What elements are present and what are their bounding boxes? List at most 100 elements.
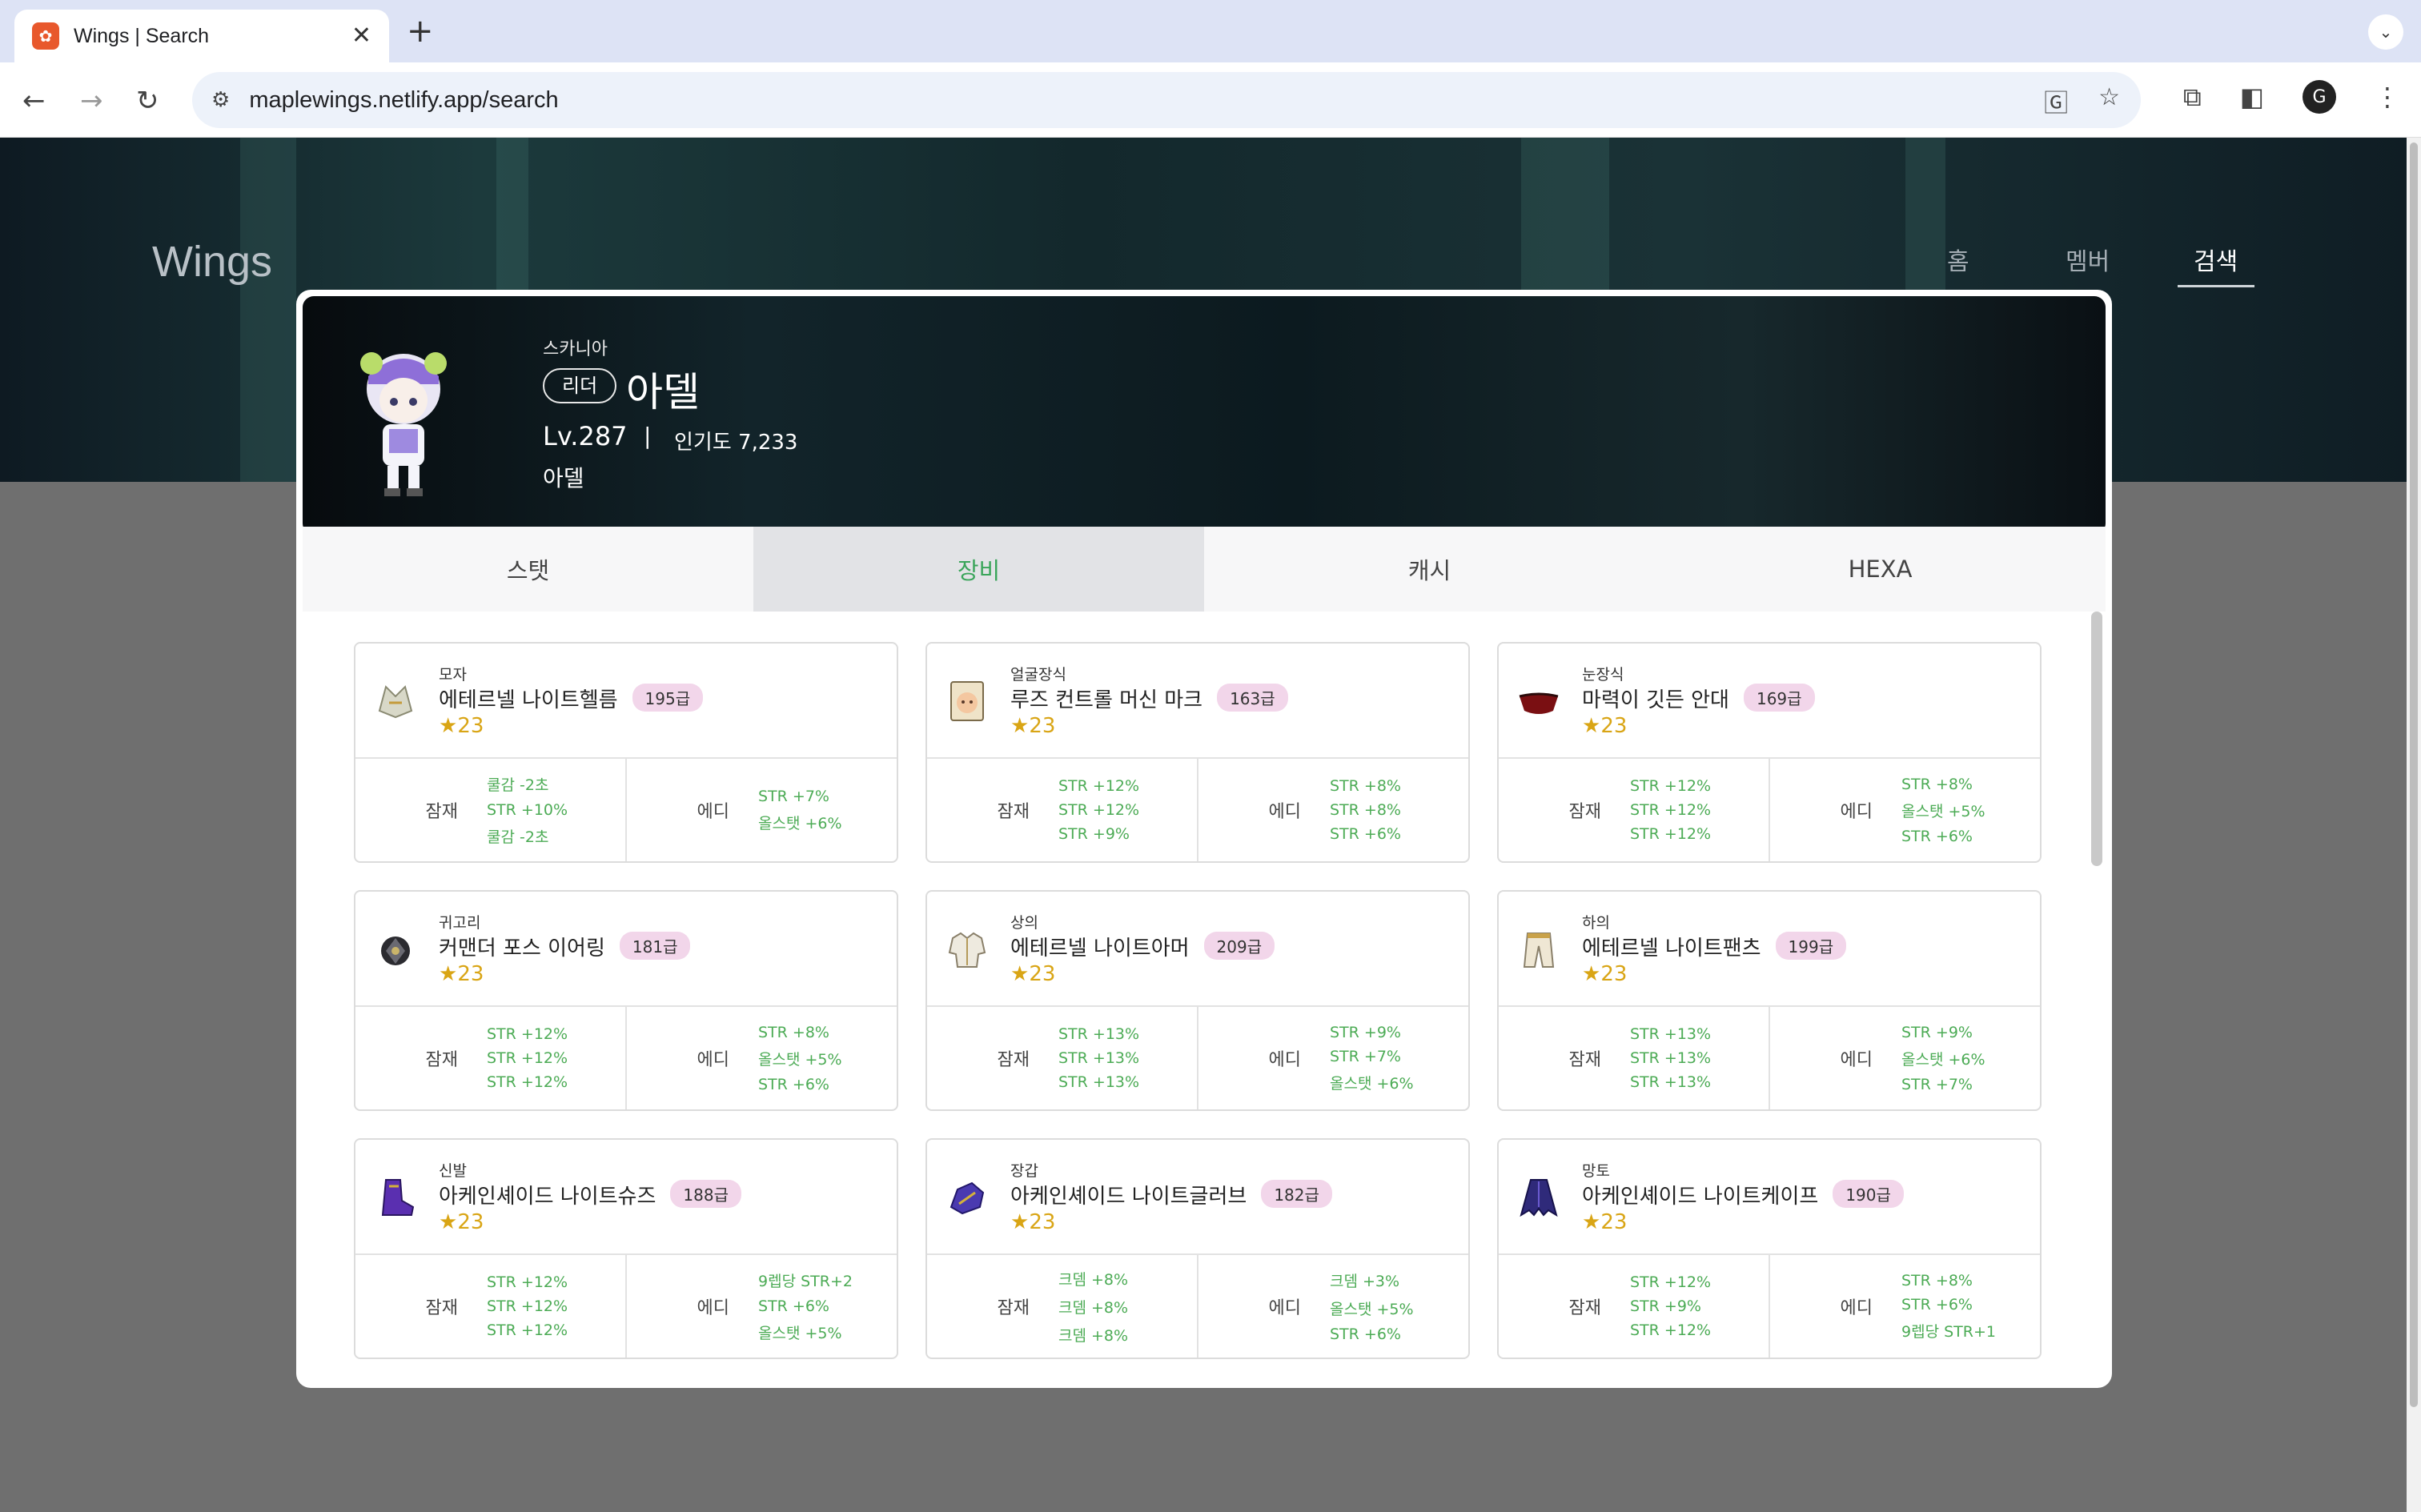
translate-icon[interactable]: 🄶	[2044, 83, 2068, 118]
equipment-options: 잠재 STR +12% STR +12% STR +9% 에디 STR +8% STR…	[927, 759, 1468, 861]
potential-line: STR +9%	[1630, 1297, 1701, 1315]
close-tab-icon[interactable]: ✕	[351, 21, 371, 51]
equipment-scrollbar-thumb[interactable]	[2091, 612, 2102, 866]
armor-icon	[945, 927, 990, 972]
equipment-card[interactable]: 상의 에테르넬 나이트아머 209급 ★23 잠재 STR +13% STR +13…	[925, 890, 1470, 1111]
tab-equipment[interactable]: 장비	[753, 527, 1204, 612]
equipment-card[interactable]: 눈장식 마력이 깃든 안대 169급 ★23 잠재 STR +12% STR +12…	[1497, 642, 2042, 863]
potential-line: STR +13%	[1058, 1025, 1140, 1043]
equipment-options: 잠재 STR +13% STR +13% STR +13% 에디 STR +9% 올스…	[1499, 1007, 2040, 1109]
reload-icon[interactable]: ↻	[136, 83, 159, 118]
equipment-slot: 신발	[439, 1162, 467, 1180]
equipment-card[interactable]: 망토 아케인셰이드 나이트케이프 190급 ★23 잠재 STR +12% STR …	[1497, 1138, 2042, 1359]
equipment-level-badge: 199급	[1775, 932, 1847, 960]
face-accessory-icon	[945, 679, 990, 724]
nav-search[interactable]: 검색	[2194, 242, 2238, 277]
additional-options: 에디 STR +8% STR +8% STR +6%	[1197, 759, 1468, 861]
tab-search-icon[interactable]: ⌄	[2368, 14, 2403, 50]
tab-hexa[interactable]: HEXA	[1655, 527, 2106, 612]
page-scrollbar-thumb[interactable]	[2410, 142, 2418, 1407]
profile-avatar-icon[interactable]: G	[2303, 80, 2336, 114]
equipment-slot: 장갑	[1010, 1162, 1038, 1180]
equipment-grid: 모자 에테르넬 나이트헬름 195급 ★23 잠재 쿨감 -2초 STR +10% 쿨…	[354, 642, 2051, 1359]
site-info-icon[interactable]: ⚙	[211, 88, 230, 112]
equipment-level-badge: 163급	[1217, 684, 1288, 712]
additional-line: 올스탯 +5%	[758, 1325, 842, 1342]
potential-line: STR +12%	[487, 1025, 568, 1043]
potential-line: STR +12%	[1630, 777, 1712, 795]
forward-icon[interactable]: →	[80, 83, 103, 118]
potential-label: 잠재	[997, 802, 1030, 822]
starforce: ★23	[1582, 1210, 1627, 1234]
browser-tab[interactable]: ✿ Wings | Search ✕	[14, 10, 389, 62]
favicon-icon: ✿	[32, 22, 59, 50]
earring-icon	[373, 927, 418, 972]
additional-label: 에디	[1840, 1298, 1873, 1318]
additional-line: STR +8%	[1901, 1271, 1973, 1289]
additional-options: 에디 9렙당 STR+2 STR +6% 올스탯 +5%	[625, 1255, 897, 1358]
equipment-name-row: 아케인셰이드 나이트슈즈 188급	[439, 1180, 741, 1209]
back-icon[interactable]: ←	[22, 83, 46, 118]
equipment-card[interactable]: 모자 에테르넬 나이트헬름 195급 ★23 잠재 쿨감 -2초 STR +10% 쿨…	[354, 642, 898, 863]
equipment-options: 잠재 STR +12% STR +12% STR +12% 에디 STR +8% 올스…	[355, 1007, 897, 1109]
additional-line: STR +6%	[1901, 827, 1973, 845]
address-bar[interactable]: ⚙ maplewings.netlify.app/search 🄶 ☆	[192, 72, 2141, 128]
shoes-icon	[373, 1175, 418, 1220]
equipment-slot: 하의	[1582, 914, 1610, 932]
equipment-card[interactable]: 귀고리 커맨더 포스 이어링 181급 ★23 잠재 STR +12% STR +1…	[354, 890, 898, 1111]
equipment-options: 잠재 STR +12% STR +9% STR +12% 에디 STR +8% STR…	[1499, 1255, 2040, 1358]
side-panel-icon[interactable]: ◧	[2240, 82, 2264, 112]
equipment-name: 에테르넬 나이트헬름	[439, 688, 618, 712]
potential-line: STR +12%	[487, 1297, 568, 1315]
character-guild: 아델	[543, 465, 584, 491]
additional-line: STR +6%	[1901, 1295, 1973, 1313]
additional-line: 올스탯 +6%	[1901, 1050, 1985, 1069]
equipment-options: 잠재 STR +12% STR +12% STR +12% 에디 STR +8% 올스…	[1499, 759, 2040, 861]
potential-label: 잠재	[1568, 802, 1601, 822]
tab-cash[interactable]: 캐시	[1204, 527, 1655, 612]
equipment-options: 잠재 쿨감 -2초 STR +10% 쿨감 -2초 에디 STR +7% 올스탯 +6…	[355, 759, 897, 861]
potential-label: 잠재	[425, 1050, 458, 1070]
potential-line: STR +12%	[487, 1321, 568, 1339]
additional-options: 에디 STR +7% 올스탯 +6%	[625, 759, 897, 861]
star-icon: ★	[439, 962, 458, 986]
equipment-card-header: 상의 에테르넬 나이트아머 209급 ★23	[927, 892, 1468, 1007]
equipment-card[interactable]: 장갑 아케인셰이드 나이트글러브 182급 ★23 잠재 크뎀 +8% 크뎀 +8%…	[925, 1138, 1470, 1359]
guild-role-badge: 리더	[543, 368, 617, 403]
tab-stats[interactable]: 스탯	[303, 527, 753, 612]
equipment-card[interactable]: 신발 아케인셰이드 나이트슈즈 188급 ★23 잠재 STR +12% STR +…	[354, 1138, 898, 1359]
additional-line: STR +6%	[758, 1075, 829, 1093]
equipment-name: 루즈 컨트롤 머신 마크	[1010, 688, 1203, 712]
equipment-card[interactable]: 하의 에테르넬 나이트팬츠 199급 ★23 잠재 STR +13% STR +13…	[1497, 890, 2042, 1111]
additional-label: 에디	[1268, 1298, 1301, 1318]
potential-line: STR +10%	[487, 801, 568, 819]
additional-options: 에디 STR +8% 올스탯 +5% STR +6%	[625, 1007, 897, 1109]
additional-line: 크뎀 +3%	[1330, 1273, 1400, 1290]
nav-members[interactable]: 멤버	[2066, 242, 2110, 277]
additional-label: 에디	[1268, 1050, 1301, 1070]
site-logo[interactable]: Wings	[152, 237, 272, 287]
equipment-card[interactable]: 얼굴장식 루즈 컨트롤 머신 마크 163급 ★23 잠재 STR +12% STR…	[925, 642, 1470, 863]
nav-home[interactable]: 홈	[1947, 242, 1969, 277]
browser-menu-icon[interactable]: ⋮	[2375, 82, 2400, 112]
nav-active-underline	[2178, 285, 2254, 287]
additional-line: 올스탯 +5%	[758, 1050, 842, 1069]
potential-line: 쿨감 -2초	[487, 776, 549, 794]
potential-line: STR +13%	[1630, 1049, 1712, 1067]
equipment-name-row: 아케인셰이드 나이트글러브 182급	[1010, 1180, 1332, 1209]
url-text[interactable]: maplewings.netlify.app/search	[249, 87, 558, 114]
info-separator: |	[644, 423, 652, 449]
extensions-icon[interactable]: ⧉	[2183, 82, 2202, 113]
helmet-icon	[373, 679, 418, 724]
potential-line: STR +12%	[487, 1073, 568, 1091]
equipment-name: 에테르넬 나이트아머	[1010, 936, 1190, 961]
additional-line: STR +8%	[1901, 775, 1973, 793]
potential-options: 잠재 크뎀 +8% 크뎀 +8% 크뎀 +8%	[927, 1255, 1197, 1358]
potential-label: 잠재	[1568, 1050, 1601, 1070]
bookmark-star-icon[interactable]: ☆	[2098, 83, 2120, 118]
new-tab-icon[interactable]: +	[407, 11, 434, 51]
browser-toolbar: ← → ↻ ⚙ maplewings.netlify.app/search 🄶 …	[0, 62, 2421, 138]
potential-label: 잠재	[425, 1298, 458, 1318]
pants-icon	[1516, 927, 1561, 972]
equipment-name-row: 루즈 컨트롤 머신 마크 163급	[1010, 684, 1288, 713]
